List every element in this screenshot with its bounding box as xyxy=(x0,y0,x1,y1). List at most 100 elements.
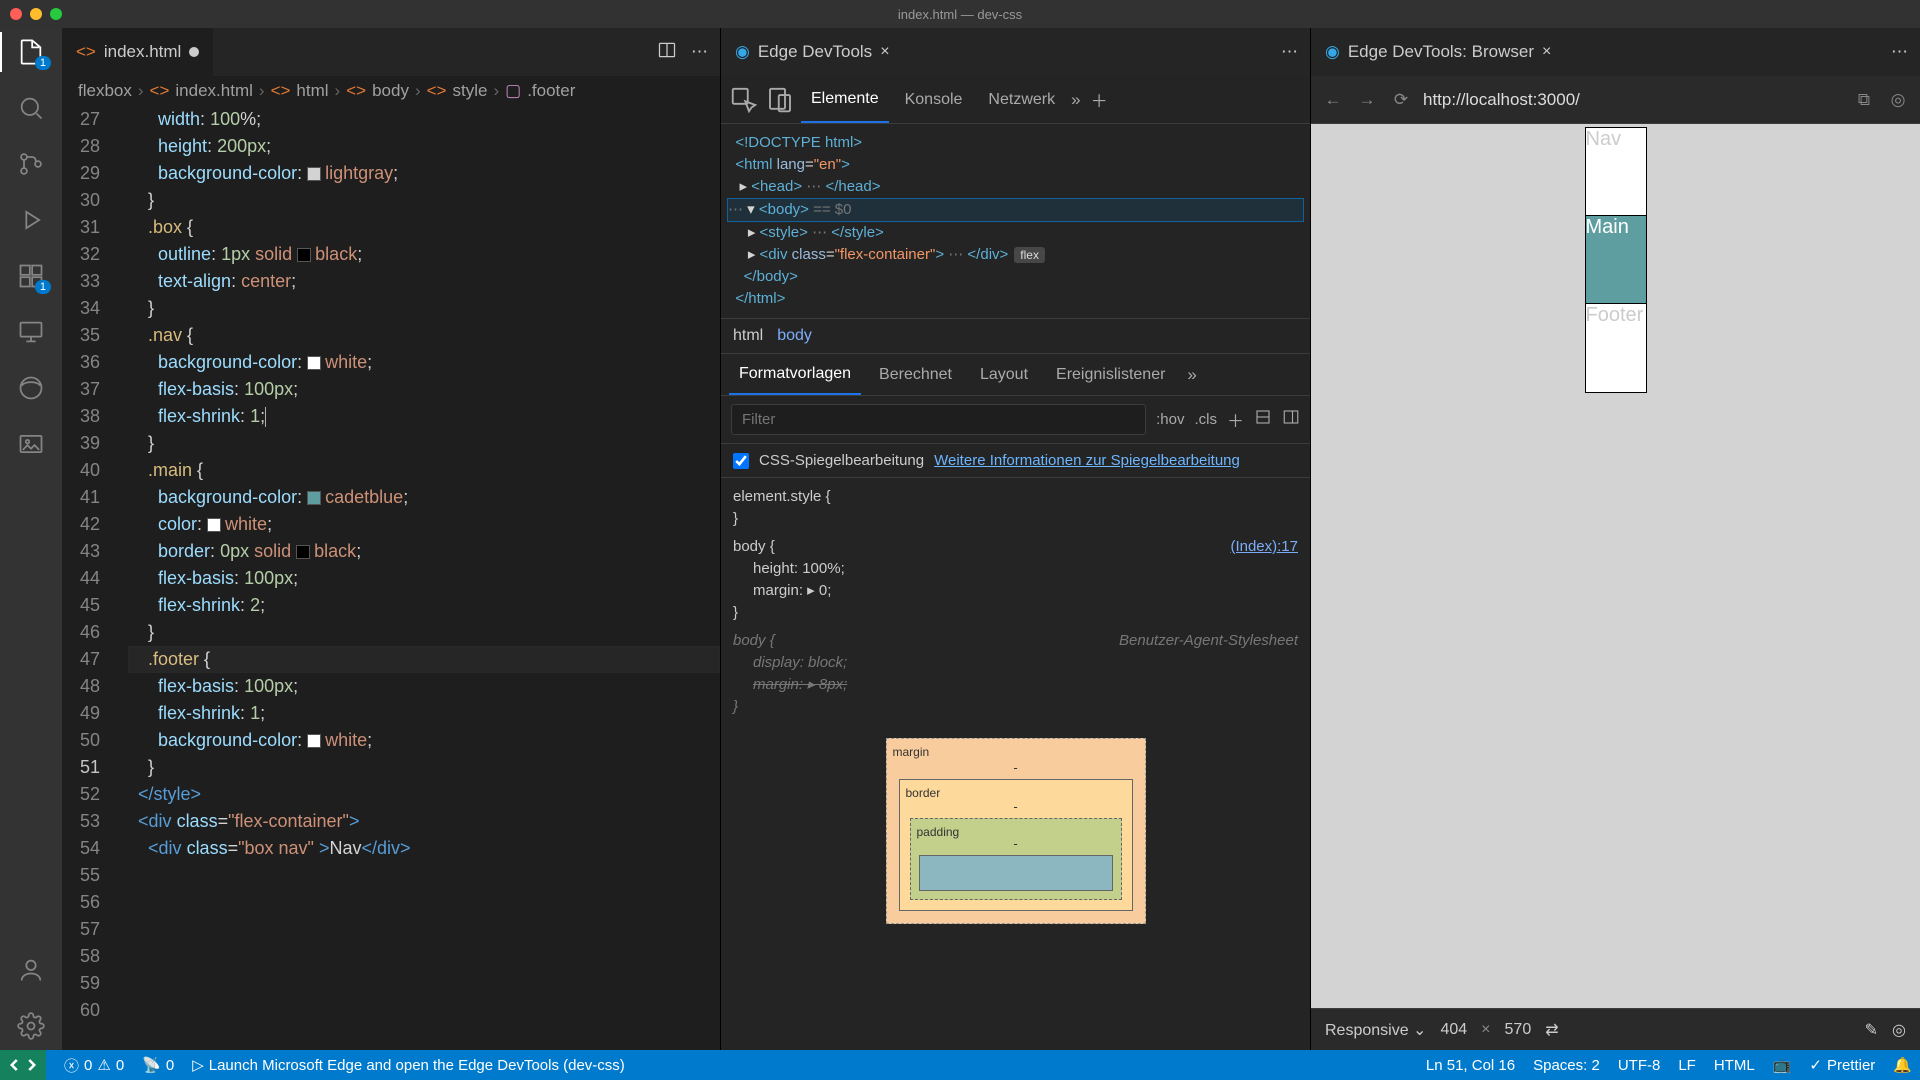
new-style-rule-icon[interactable]: ＋ xyxy=(1227,407,1244,432)
account-icon[interactable] xyxy=(17,956,45,984)
extensions-badge: 1 xyxy=(35,280,51,294)
rendered-nav: Nav xyxy=(1586,128,1646,216)
tab-index-html[interactable]: <> index.html xyxy=(62,28,214,76)
more-styles-tabs-icon[interactable]: » xyxy=(1187,365,1196,385)
explorer-icon[interactable]: 1 xyxy=(17,38,45,66)
inspect-element-icon[interactable] xyxy=(729,85,759,115)
notifications-icon[interactable]: 🔔 xyxy=(1893,1056,1912,1074)
back-icon[interactable]: ← xyxy=(1321,90,1345,110)
indentation[interactable]: Spaces: 2 xyxy=(1533,1056,1600,1074)
settings-gear-icon[interactable] xyxy=(17,1012,45,1040)
cursor-position[interactable]: Ln 51, Col 16 xyxy=(1426,1056,1515,1074)
explorer-badge: 1 xyxy=(35,56,51,70)
minimize-window-icon[interactable] xyxy=(30,8,42,20)
go-live[interactable]: 📺 xyxy=(1773,1056,1792,1074)
close-window-icon[interactable] xyxy=(10,8,22,20)
more-actions-icon[interactable]: ⋯ xyxy=(1281,42,1298,62)
editor-group: <> index.html ⋯ flexbox› <>index.html› <… xyxy=(62,28,720,1050)
language-mode[interactable]: HTML xyxy=(1714,1056,1755,1074)
computed-panel-icon[interactable] xyxy=(1254,408,1272,431)
window-controls[interactable] xyxy=(10,8,62,20)
titlebar: index.html — dev-css xyxy=(0,0,1920,28)
edge-tools-icon[interactable] xyxy=(17,374,45,402)
more-actions-icon[interactable]: ⋯ xyxy=(691,42,708,62)
activity-bar: 1 1 xyxy=(0,28,62,1050)
device-toggle-icon[interactable] xyxy=(765,85,795,115)
tab-label: index.html xyxy=(104,42,181,62)
close-icon[interactable]: × xyxy=(880,43,889,61)
tab-konsole[interactable]: Konsole xyxy=(895,76,973,123)
css-mirror-label: CSS-Spiegelbearbeitung xyxy=(759,452,924,469)
search-icon[interactable] xyxy=(17,94,45,122)
dom-tree[interactable]: <!DOCTYPE html> <html lang="en"> ▸ <head… xyxy=(721,124,1310,318)
remote-indicator[interactable] xyxy=(0,1050,46,1080)
extensions-icon[interactable]: 1 xyxy=(17,262,45,290)
source-control-icon[interactable] xyxy=(17,150,45,178)
more-actions-icon[interactable]: ⋯ xyxy=(1891,42,1908,62)
browser-panel: ◉ Edge DevTools: Browser × ⋯ ← → ⟳ http:… xyxy=(1310,28,1920,1050)
tab-label: Edge DevTools: Browser xyxy=(1348,42,1534,62)
encoding[interactable]: UTF-8 xyxy=(1618,1056,1661,1074)
dimension-separator-icon: × xyxy=(1481,1021,1490,1039)
css-mirror-row: CSS-Spiegelbearbeitung Weitere Informati… xyxy=(721,444,1310,478)
dom-breadcrumb[interactable]: html body xyxy=(721,318,1310,354)
css-mirror-checkbox[interactable] xyxy=(733,453,749,469)
errors-count[interactable]: ⓧ 0 ⚠ 0 xyxy=(64,1055,124,1076)
remote-explorer-icon[interactable] xyxy=(17,318,45,346)
rendered-main: Main xyxy=(1586,216,1646,304)
maximize-window-icon[interactable] xyxy=(50,8,62,20)
tab-ereignislistener[interactable]: Ereignislistener xyxy=(1046,354,1175,395)
toggle-sidebar-icon[interactable] xyxy=(1282,408,1300,431)
forward-icon[interactable]: → xyxy=(1355,90,1379,110)
prettier-status[interactable]: ✓ Prettier xyxy=(1809,1056,1875,1074)
box-model-diagram[interactable]: margin- border- padding- xyxy=(886,738,1146,924)
screencast-icon[interactable]: ◎ xyxy=(1886,90,1910,110)
devtools-editor-tab-row: ◉ Edge DevTools × ⋯ xyxy=(721,28,1310,76)
inspect-icon[interactable]: ◎ xyxy=(1892,1020,1906,1040)
styles-filter-input[interactable] xyxy=(731,404,1146,435)
viewport-width[interactable]: 404 xyxy=(1440,1021,1467,1039)
window-title: index.html — dev-css xyxy=(898,7,1022,22)
tab-edge-devtools[interactable]: ◉ Edge DevTools × xyxy=(721,28,905,76)
open-external-icon[interactable]: ⧉ xyxy=(1852,90,1876,110)
breadcrumbs[interactable]: flexbox› <>index.html› <>html› <>body› <… xyxy=(62,76,720,106)
css-mirror-link[interactable]: Weitere Informationen zur Spiegelbearbei… xyxy=(934,452,1240,469)
styles-filter-row: :hov .cls ＋ xyxy=(721,396,1310,444)
run-debug-icon[interactable] xyxy=(17,206,45,234)
url-input[interactable]: http://localhost:3000/ xyxy=(1423,90,1842,110)
tab-layout[interactable]: Layout xyxy=(970,354,1038,395)
styles-tabs: Formatvorlagen Berechnet Layout Ereignis… xyxy=(721,354,1310,396)
eyedropper-icon[interactable]: ✎ xyxy=(1865,1020,1878,1040)
tab-elemente[interactable]: Elemente xyxy=(801,76,889,123)
device-select[interactable]: Responsive ⌄ xyxy=(1325,1020,1426,1040)
devtools-tabs: Elemente Konsole Netzwerk » ＋ xyxy=(721,76,1310,124)
tab-netzwerk[interactable]: Netzwerk xyxy=(978,76,1065,123)
tab-label: Edge DevTools xyxy=(758,42,872,62)
eol[interactable]: LF xyxy=(1678,1056,1696,1074)
close-icon[interactable]: × xyxy=(1542,43,1551,61)
code-editor[interactable]: 2728293031323334353637383940414243444546… xyxy=(62,106,720,1050)
cls-toggle[interactable]: .cls xyxy=(1195,411,1218,428)
split-editor-icon[interactable] xyxy=(657,40,677,65)
tab-berechnet[interactable]: Berechnet xyxy=(869,354,962,395)
selected-dom-node[interactable]: ⋯ ▾ <body> == $0 xyxy=(727,198,1304,222)
hov-toggle[interactable]: :hov xyxy=(1156,411,1184,428)
more-tabs-icon[interactable]: » xyxy=(1071,90,1080,110)
editor-tabs: <> index.html ⋯ xyxy=(62,28,720,76)
launch-task[interactable]: ▷ Launch Microsoft Edge and open the Edg… xyxy=(192,1056,625,1074)
edge-icon: ◉ xyxy=(1325,42,1340,62)
image-icon[interactable] xyxy=(17,430,45,458)
modified-indicator-icon xyxy=(189,47,199,57)
port-forward[interactable]: 📡 0 xyxy=(142,1056,174,1074)
status-bar: ⓧ 0 ⚠ 0 📡 0 ▷ Launch Microsoft Edge and … xyxy=(0,1050,1920,1080)
viewport-height[interactable]: 570 xyxy=(1505,1021,1532,1039)
tab-edge-browser[interactable]: ◉ Edge DevTools: Browser × xyxy=(1311,28,1566,76)
styles-rules[interactable]: element.style { } body {(Index):17 heigh… xyxy=(721,478,1310,932)
browser-viewport[interactable]: Nav Main Footer xyxy=(1311,124,1920,1008)
rotate-icon[interactable]: ⇄ xyxy=(1545,1020,1558,1040)
tab-formatvorlagen[interactable]: Formatvorlagen xyxy=(729,354,861,395)
devtools-panel: ◉ Edge DevTools × ⋯ Elemente Konsole Net… xyxy=(720,28,1310,1050)
add-tab-icon[interactable]: ＋ xyxy=(1091,87,1108,112)
edge-icon: ◉ xyxy=(735,42,750,62)
reload-icon[interactable]: ⟳ xyxy=(1389,90,1413,110)
